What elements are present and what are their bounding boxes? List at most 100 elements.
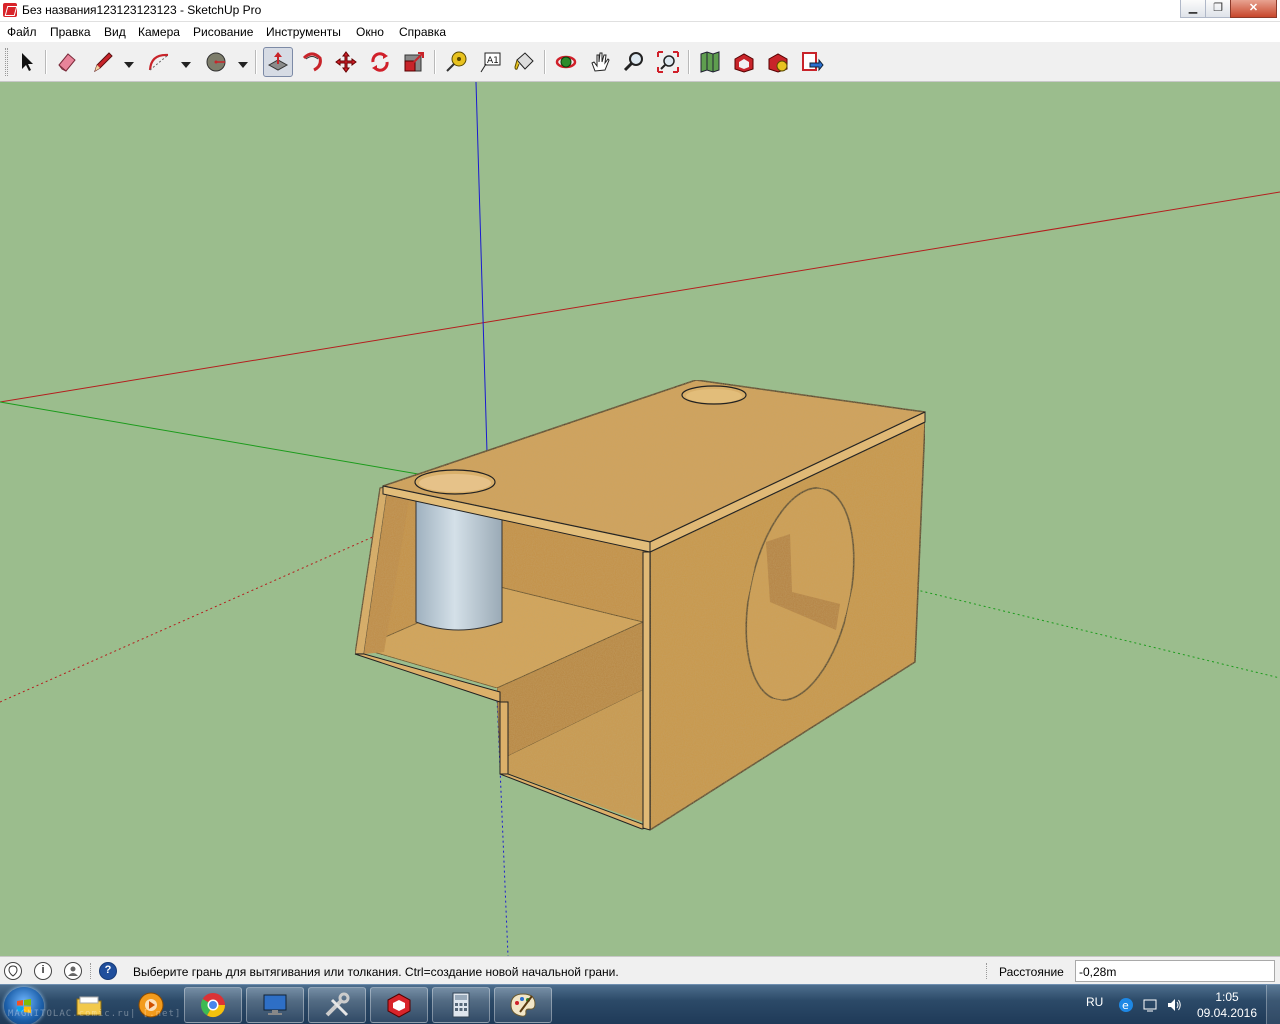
- monitor-icon: [263, 994, 287, 1015]
- move-arrows-icon: [335, 51, 357, 73]
- orbit-tool-button[interactable]: [551, 47, 581, 77]
- toolbar-grip[interactable]: [5, 48, 8, 76]
- map-location-icon: [700, 51, 720, 73]
- paint-bucket-icon: [514, 52, 534, 70]
- minimize-button[interactable]: ▁: [1180, 0, 1206, 18]
- extension-warehouse-button[interactable]: [763, 47, 793, 77]
- tape-measure-icon: [446, 51, 467, 72]
- clock-time[interactable]: 1:05: [1202, 990, 1252, 1004]
- pan-tool-button[interactable]: [585, 47, 615, 77]
- status-hint-text: Выберите грань для вытягивания или толка…: [133, 965, 619, 979]
- menu-camera[interactable]: Камера: [138, 25, 180, 39]
- clock-date[interactable]: 09.04.2016: [1194, 1006, 1260, 1020]
- move-tool-button[interactable]: [331, 47, 361, 77]
- calculator-icon: [452, 992, 470, 1018]
- orbit-icon: [555, 55, 577, 69]
- chevron-down-icon: [124, 62, 134, 68]
- add-location-button[interactable]: [695, 47, 725, 77]
- chrome-icon: [200, 993, 225, 1018]
- menu-view[interactable]: Вид: [104, 25, 126, 39]
- blue-axis-line: [475, 82, 489, 487]
- select-arrow-icon: [22, 53, 33, 71]
- taskbar-watermark-text: MAGNITOLAC.comic.ru| [.net]: [8, 1009, 182, 1019]
- circle-shape-icon: [206, 52, 226, 72]
- eraser-tool-button[interactable]: [52, 47, 82, 77]
- credits-info-icon[interactable]: i: [34, 962, 52, 980]
- zoom-extents-tool-button[interactable]: [653, 47, 683, 77]
- 3d-warehouse-button[interactable]: [729, 47, 759, 77]
- green-axis-line: [0, 401, 489, 487]
- taskbar-paint[interactable]: [494, 987, 552, 1023]
- line-tool-dropdown[interactable]: [124, 58, 134, 68]
- windows-taskbar: MAGNITOLAC.comic.ru| [.net] RU e 1:05 09…: [0, 984, 1280, 1024]
- user-silhouette-icon: [68, 966, 78, 976]
- arc-tool-button[interactable]: [144, 47, 174, 77]
- menu-window[interactable]: Окно: [356, 25, 384, 39]
- location-pin-icon: [8, 965, 18, 977]
- taskbar-chrome[interactable]: [184, 987, 242, 1023]
- taskbar-remote-desktop[interactable]: [246, 987, 304, 1023]
- svg-text:A1: A1: [487, 56, 499, 66]
- close-button[interactable]: ✕: [1230, 0, 1277, 18]
- send-to-layout-button[interactable]: [797, 47, 827, 77]
- follow-me-tool-button[interactable]: [297, 47, 327, 77]
- layout-send-icon: [802, 52, 824, 72]
- status-separator: [90, 963, 91, 979]
- geolocation-icon[interactable]: [4, 962, 22, 980]
- menu-file[interactable]: Файл: [7, 25, 37, 39]
- edge-browser-icon[interactable]: e: [1118, 997, 1134, 1013]
- select-tool-button[interactable]: [12, 47, 42, 77]
- taskbar-sketchup[interactable]: [370, 987, 428, 1023]
- volume-icon[interactable]: [1166, 997, 1182, 1013]
- status-bar: i ? Выберите грань для вытягивания или т…: [0, 956, 1280, 984]
- toolbar-separator: [45, 50, 47, 74]
- menu-edit[interactable]: Правка: [50, 25, 91, 39]
- toolbar-separator: [688, 50, 690, 74]
- window-title: Без названия123123123123 - SketchUp Pro: [22, 3, 262, 17]
- account-icon[interactable]: [64, 962, 82, 980]
- pencil-icon: [94, 52, 113, 73]
- line-tool-button[interactable]: [88, 47, 118, 77]
- menu-draw[interactable]: Рисование: [193, 25, 253, 39]
- chevron-down-icon: [181, 62, 191, 68]
- scale-tool-button[interactable]: [399, 47, 429, 77]
- sketchup-app-icon[interactable]: [3, 3, 17, 17]
- toolbar-separator: [434, 50, 436, 74]
- hand-icon: [591, 52, 610, 72]
- zoom-tool-button[interactable]: [619, 47, 649, 77]
- step-vertical-edge: [499, 701, 509, 775]
- menu-tools[interactable]: Инструменты: [266, 25, 341, 39]
- arc-tool-dropdown[interactable]: [181, 58, 191, 68]
- red-axis-line: [0, 191, 1280, 403]
- push-pull-tool-button[interactable]: [263, 47, 293, 77]
- magnifier-icon: [623, 52, 643, 72]
- scene-canvas[interactable]: [0, 82, 1280, 956]
- port-hole-inner: [419, 474, 491, 492]
- port-hole-back-inner: [686, 389, 742, 403]
- push-pull-icon: [267, 52, 289, 71]
- taskbar-tools[interactable]: [308, 987, 366, 1023]
- measurements-label: Расстояние: [999, 965, 1064, 979]
- shapes-tool-button[interactable]: [201, 47, 231, 77]
- tape-measure-tool-button[interactable]: [441, 47, 471, 77]
- subwoofer-box-model[interactable]: [354, 379, 928, 832]
- instructor-help-icon[interactable]: ?: [99, 962, 117, 980]
- show-desktop-button[interactable]: [1266, 985, 1280, 1024]
- toolbar-separator: [255, 50, 257, 74]
- modeling-viewport[interactable]: [0, 82, 1280, 956]
- action-center-icon[interactable]: [1142, 997, 1158, 1013]
- menu-help[interactable]: Справка: [399, 25, 446, 39]
- text-tool-button[interactable]: A1: [475, 47, 505, 77]
- shapes-tool-dropdown[interactable]: [238, 58, 248, 68]
- right-panel-front-edge: [642, 551, 651, 831]
- chevron-down-icon: [238, 62, 248, 68]
- taskbar-calculator[interactable]: [432, 987, 490, 1023]
- eraser-icon: [58, 53, 76, 72]
- measurements-input[interactable]: -0,28m: [1075, 960, 1275, 982]
- maximize-button[interactable]: ❐: [1205, 0, 1231, 18]
- rotate-tool-button[interactable]: [365, 47, 395, 77]
- wrench-screwdriver-icon: [325, 992, 350, 1017]
- warehouse-icon: [734, 53, 754, 73]
- language-indicator[interactable]: RU: [1086, 995, 1103, 1009]
- paint-bucket-tool-button[interactable]: [509, 47, 539, 77]
